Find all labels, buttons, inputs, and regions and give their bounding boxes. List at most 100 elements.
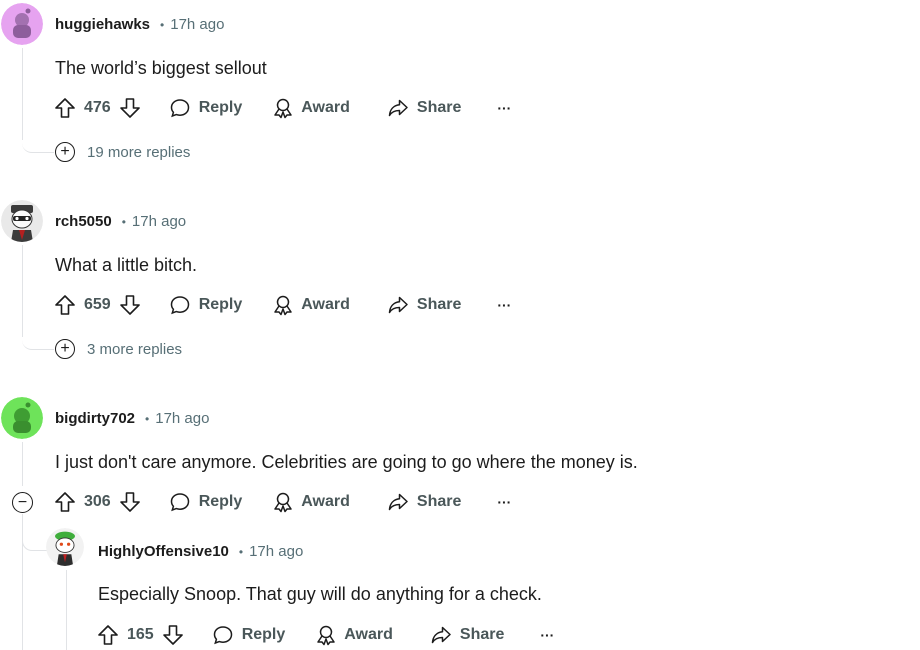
comment-actions: 165 Reply Award Share ··· bbox=[97, 621, 554, 649]
award-label: Award bbox=[301, 493, 350, 510]
award-button[interactable]: Award bbox=[272, 491, 350, 513]
overflow-menu-icon[interactable]: ··· bbox=[497, 100, 511, 116]
reply-label: Reply bbox=[198, 99, 243, 116]
separator: • bbox=[238, 544, 244, 559]
collapse-thread-button[interactable]: − bbox=[12, 492, 33, 513]
downvote-icon bbox=[162, 625, 183, 645]
downvote-icon bbox=[119, 492, 140, 512]
comment-body: The world’s biggest sellout bbox=[55, 58, 267, 78]
reply-button[interactable]: Reply bbox=[169, 97, 243, 119]
share-icon bbox=[388, 493, 408, 511]
share-icon bbox=[388, 296, 408, 314]
upvote-icon bbox=[55, 98, 75, 118]
share-label: Share bbox=[416, 99, 462, 116]
username[interactable]: huggiehawks bbox=[55, 16, 150, 33]
username[interactable]: bigdirty702 bbox=[55, 410, 135, 427]
comment-meta: huggiehawks • 17h ago bbox=[55, 16, 224, 33]
downvote-icon bbox=[119, 98, 140, 118]
vote-count: 659 bbox=[84, 296, 111, 313]
thread-line bbox=[66, 570, 67, 650]
vote-count: 165 bbox=[127, 626, 154, 643]
reply-icon bbox=[170, 296, 189, 315]
share-button[interactable]: Share bbox=[387, 294, 461, 316]
thread-branch bbox=[22, 130, 54, 153]
reply-label: Reply bbox=[198, 296, 243, 313]
reply-icon bbox=[213, 626, 232, 645]
comment-actions: 306 Reply Award Share ··· bbox=[54, 488, 511, 516]
reply-icon bbox=[170, 493, 189, 512]
comment-meta: bigdirty702 • 17h ago bbox=[55, 410, 209, 427]
timestamp[interactable]: 17h ago bbox=[155, 410, 209, 427]
upvote-button[interactable] bbox=[97, 624, 119, 646]
thread-line bbox=[22, 245, 23, 337]
comment-meta: rch5050 • 17h ago bbox=[55, 213, 186, 230]
separator: • bbox=[160, 17, 165, 32]
comment-body: Especially Snoop. That guy will do anyth… bbox=[98, 584, 542, 604]
avatar[interactable] bbox=[1, 397, 43, 439]
thread-line bbox=[22, 48, 23, 140]
avatar[interactable] bbox=[46, 528, 84, 566]
timestamp[interactable]: 17h ago bbox=[170, 16, 224, 33]
comment-meta: HighlyOffensive10 • 17h ago bbox=[98, 543, 303, 560]
share-label: Share bbox=[416, 296, 462, 313]
share-button[interactable]: Share bbox=[430, 624, 504, 646]
award-icon bbox=[274, 98, 293, 119]
reply-button[interactable]: Reply bbox=[169, 294, 243, 316]
separator: • bbox=[145, 411, 150, 426]
share-icon bbox=[431, 626, 451, 644]
expand-icon[interactable]: + bbox=[55, 339, 75, 359]
award-button[interactable]: Award bbox=[272, 294, 350, 316]
upvote-button[interactable] bbox=[54, 97, 76, 119]
downvote-button[interactable] bbox=[119, 491, 141, 513]
thread-branch bbox=[22, 328, 54, 350]
overflow-menu-icon[interactable]: ··· bbox=[497, 494, 511, 510]
overflow-menu-icon[interactable]: ··· bbox=[497, 297, 511, 313]
upvote-icon bbox=[55, 295, 75, 315]
award-icon bbox=[274, 492, 293, 513]
reply-label: Reply bbox=[241, 626, 286, 643]
reply-button[interactable]: Reply bbox=[169, 491, 242, 513]
more-replies-label: 19 more replies bbox=[87, 143, 191, 161]
upvote-icon bbox=[98, 625, 118, 645]
thread-line bbox=[22, 442, 23, 486]
avatar[interactable] bbox=[1, 200, 43, 242]
downvote-button[interactable] bbox=[119, 97, 141, 119]
downvote-button[interactable] bbox=[119, 294, 141, 316]
share-button[interactable]: Share bbox=[387, 97, 461, 119]
more-replies-label: 3 more replies bbox=[87, 340, 183, 358]
timestamp[interactable]: 17h ago bbox=[249, 543, 303, 560]
award-label: Award bbox=[301, 99, 350, 116]
vote-count: 476 bbox=[84, 99, 111, 116]
username[interactable]: rch5050 bbox=[55, 213, 112, 230]
comment-body: I just don't care anymore. Celebrities a… bbox=[55, 452, 638, 472]
downvote-icon bbox=[119, 295, 140, 315]
comment-actions: 476 Reply Award Share ··· bbox=[54, 94, 511, 122]
timestamp[interactable]: 17h ago bbox=[132, 213, 186, 230]
upvote-icon bbox=[55, 492, 75, 512]
more-replies-link[interactable]: + 19 more replies bbox=[55, 142, 190, 162]
award-icon bbox=[274, 295, 293, 316]
reply-button[interactable]: Reply bbox=[212, 624, 286, 646]
username[interactable]: HighlyOffensive10 bbox=[98, 543, 229, 560]
share-label: Share bbox=[416, 493, 462, 510]
share-button[interactable]: Share bbox=[387, 491, 461, 513]
upvote-button[interactable] bbox=[54, 294, 76, 316]
more-replies-link[interactable]: + 3 more replies bbox=[55, 339, 182, 359]
award-label: Award bbox=[344, 626, 393, 643]
reply-icon bbox=[170, 99, 189, 118]
comment-body: What a little bitch. bbox=[55, 255, 198, 275]
expand-icon[interactable]: + bbox=[55, 142, 75, 162]
award-button[interactable]: Award bbox=[315, 624, 393, 646]
share-icon bbox=[388, 99, 408, 117]
avatar[interactable] bbox=[1, 3, 43, 45]
upvote-button[interactable] bbox=[54, 491, 76, 513]
award-label: Award bbox=[301, 296, 350, 313]
downvote-button[interactable] bbox=[162, 624, 184, 646]
overflow-menu-icon[interactable]: ··· bbox=[540, 627, 554, 643]
vote-count: 306 bbox=[84, 493, 111, 510]
comment-actions: 659 Reply Award Share ··· bbox=[54, 291, 511, 319]
award-button[interactable]: Award bbox=[272, 97, 350, 119]
separator: • bbox=[121, 214, 126, 229]
thread-branch bbox=[22, 520, 49, 551]
share-label: Share bbox=[459, 626, 505, 643]
